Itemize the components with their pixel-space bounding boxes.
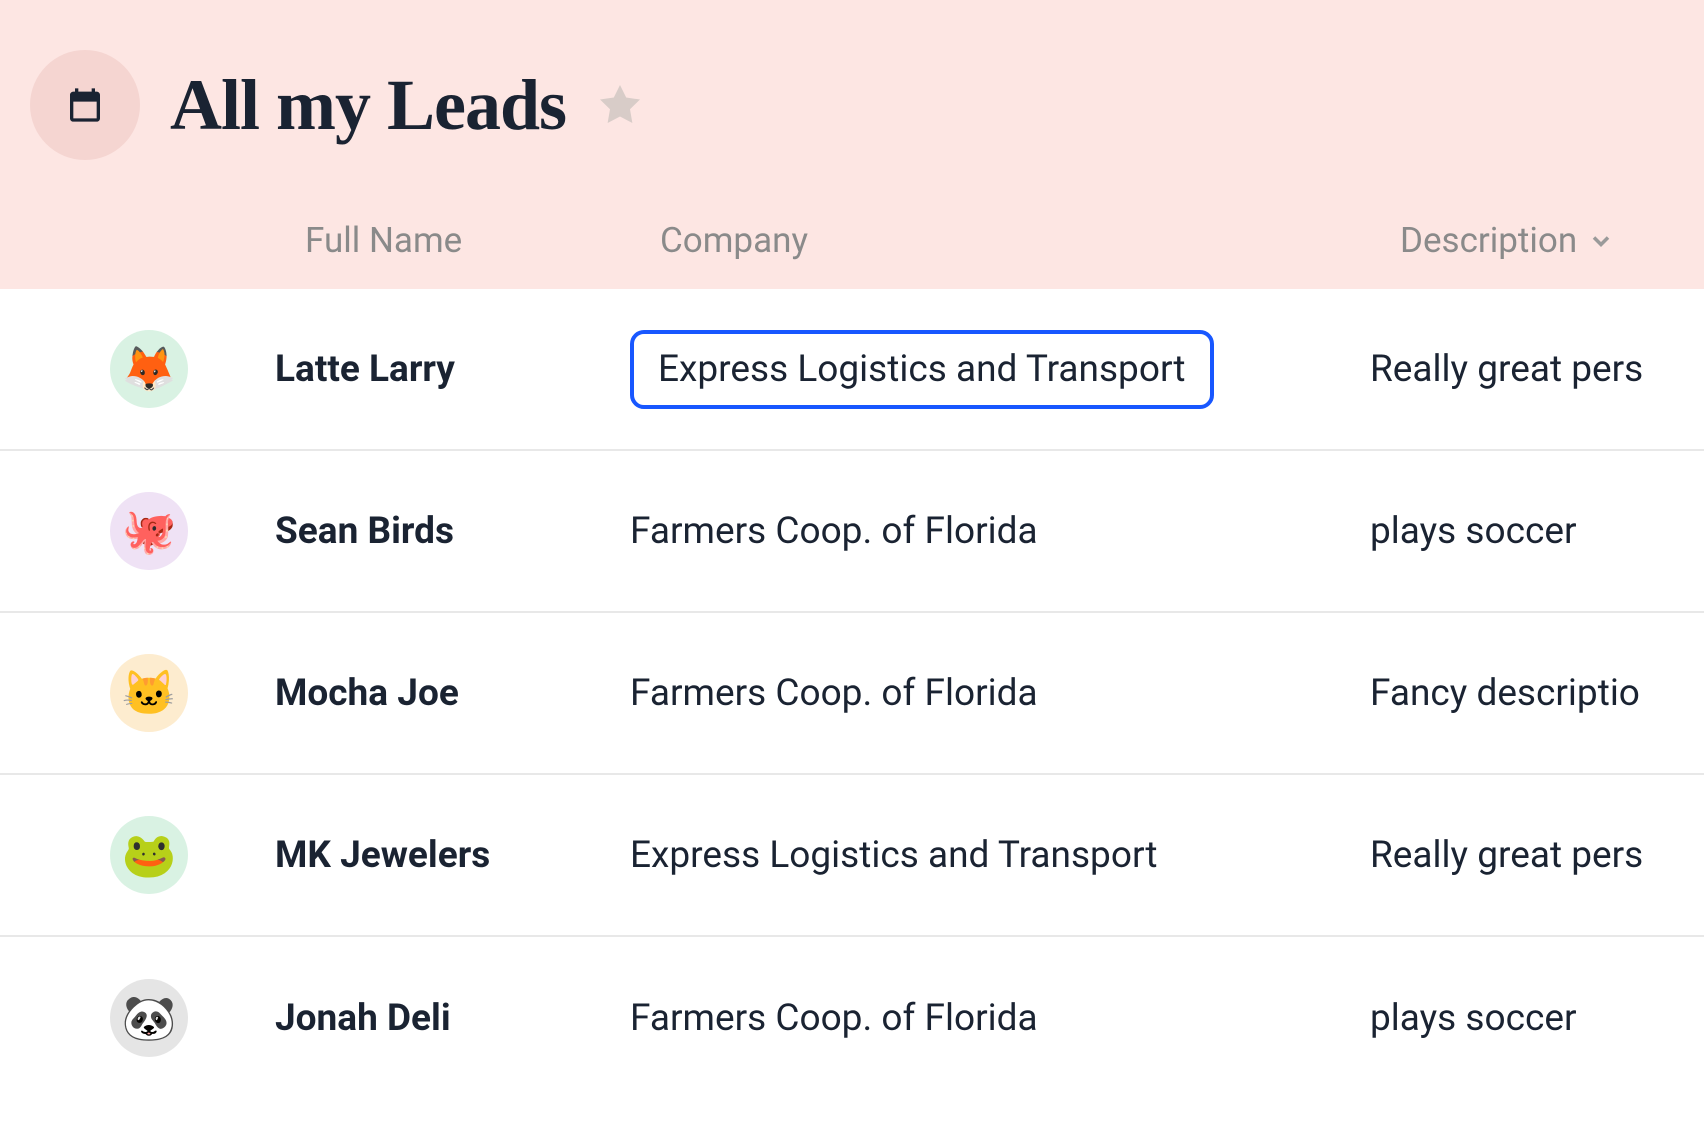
table-row[interactable]: 🦊 Latte LarryExpress Logistics and Transp…: [0, 289, 1704, 451]
column-header-description[interactable]: Description: [1400, 220, 1615, 261]
company-selected-cell[interactable]: Express Logistics and Transport: [630, 330, 1214, 409]
company-cell[interactable]: Express Logistics and Transport: [630, 330, 1370, 409]
column-header-fullname[interactable]: Full Name: [305, 220, 660, 261]
title-row: All my Leads: [30, 50, 1674, 220]
name-cell[interactable]: Mocha Joe: [275, 672, 630, 715]
company-cell[interactable]: Express Logistics and Transport: [630, 834, 1370, 877]
avatar-cell: 🦊: [110, 330, 275, 408]
company-cell[interactable]: Farmers Coop. of Florida: [630, 997, 1370, 1040]
company-cell[interactable]: Farmers Coop. of Florida: [630, 510, 1370, 553]
column-headers: Full Name Company Description: [30, 220, 1674, 289]
calendar-icon: [65, 85, 105, 125]
description-cell[interactable]: Fancy descriptio: [1370, 672, 1640, 715]
avatar-cell: 🐱: [110, 654, 275, 732]
avatar[interactable]: 🐸: [110, 816, 188, 894]
avatar[interactable]: 🦊: [110, 330, 188, 408]
chevron-down-icon: [1587, 227, 1615, 255]
page-header: All my Leads Full Name Company Descripti…: [0, 0, 1704, 289]
header-icon-badge[interactable]: [30, 50, 140, 160]
name-cell[interactable]: Jonah Deli: [275, 997, 630, 1040]
avatar[interactable]: 🐱: [110, 654, 188, 732]
company-cell[interactable]: Farmers Coop. of Florida: [630, 672, 1370, 715]
avatar-cell: 🐸: [110, 816, 275, 894]
avatar[interactable]: 🐼: [110, 979, 188, 1057]
column-header-company[interactable]: Company: [660, 220, 1400, 261]
name-cell[interactable]: Sean Birds: [275, 510, 630, 553]
avatar-cell: 🐼: [110, 979, 275, 1057]
page-title: All my Leads: [170, 64, 566, 147]
star-icon[interactable]: [596, 81, 644, 129]
table-body: 🦊Latte LarryExpress Logistics and Transp…: [0, 289, 1704, 1099]
table-row[interactable]: 🐱 Mocha JoeFarmers Coop. of FloridaFancy …: [0, 613, 1704, 775]
table-row[interactable]: 🐼 Jonah DeliFarmers Coop. of Floridaplays…: [0, 937, 1704, 1099]
name-cell[interactable]: MK Jewelers: [275, 834, 630, 877]
description-cell[interactable]: Really great pers: [1370, 348, 1643, 391]
description-cell[interactable]: plays soccer: [1370, 510, 1577, 553]
table-row[interactable]: 🐙 Sean BirdsFarmers Coop. of Floridaplays…: [0, 451, 1704, 613]
avatar-cell: 🐙: [110, 492, 275, 570]
description-cell[interactable]: Really great pers: [1370, 834, 1643, 877]
column-header-description-label: Description: [1400, 220, 1577, 261]
description-cell[interactable]: plays soccer: [1370, 997, 1577, 1040]
table-row[interactable]: 🐸 MK JewelersExpress Logistics and Transp…: [0, 775, 1704, 937]
avatar[interactable]: 🐙: [110, 492, 188, 570]
name-cell[interactable]: Latte Larry: [275, 348, 630, 391]
